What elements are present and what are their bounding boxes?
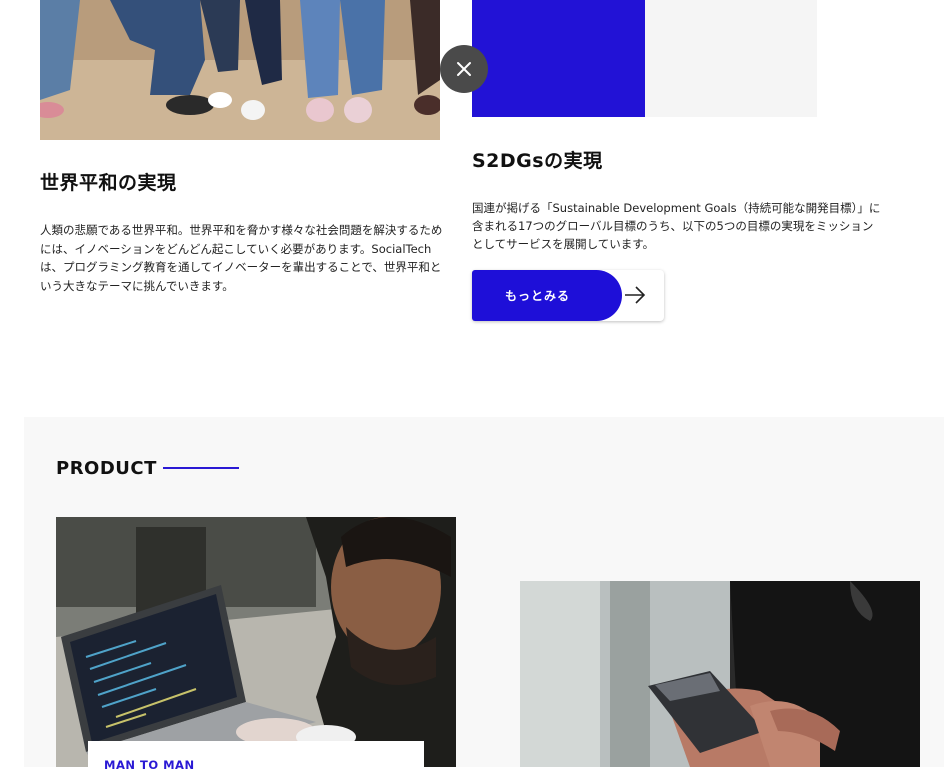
s2dgs-graphic-blue xyxy=(472,0,645,117)
s2dgs-title: S2DGsの実現 xyxy=(472,150,603,172)
more-button-label: もっとみる xyxy=(505,289,571,303)
close-button[interactable] xyxy=(440,45,488,93)
close-icon xyxy=(457,62,471,76)
product-title: PRODUCT xyxy=(56,458,157,479)
more-button[interactable]: もっとみる xyxy=(472,270,664,321)
world-peace-title: 世界平和の実現 xyxy=(40,172,177,194)
product-phone-photo[interactable] xyxy=(520,581,920,767)
product-card-tag: MAN TO MAN xyxy=(88,741,424,772)
s2dgs-graphic-grey xyxy=(645,0,817,117)
s2dgs-body: 国連が掲げる「Sustainable Development Goals（持続可… xyxy=(472,201,881,251)
world-peace-body: 人類の悲願である世界平和。世界平和を脅かす様々な社会問題を解決するためには、イノ… xyxy=(40,223,443,293)
people-photo xyxy=(40,0,440,140)
product-title-underline xyxy=(163,467,239,469)
product-laptop-photo[interactable] xyxy=(56,517,456,767)
arrow-right-icon xyxy=(625,286,646,304)
product-card-tag-label: MAN TO MAN xyxy=(104,758,195,772)
